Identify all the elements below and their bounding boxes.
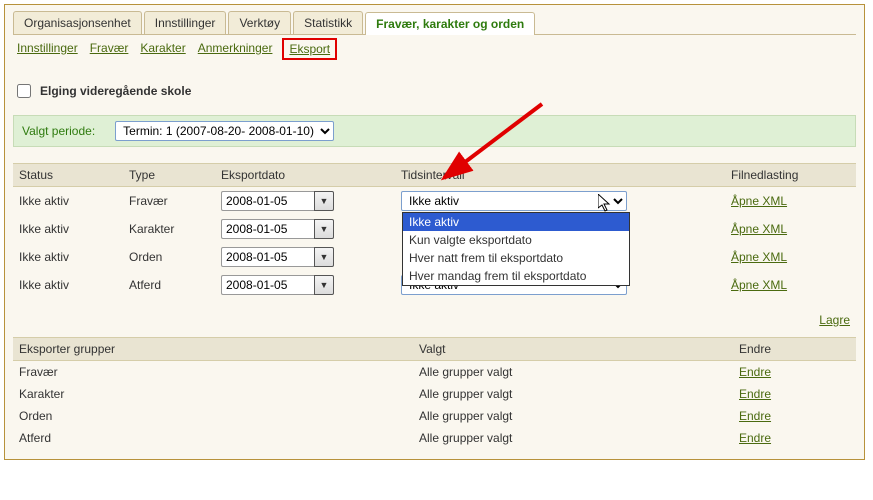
dropdown-option[interactable]: Hver natt frem til eksportdato — [403, 249, 629, 267]
top-tabs: Organisasjonsenhet Innstillinger Verktøy… — [13, 11, 856, 35]
export-date-input[interactable] — [221, 275, 314, 295]
open-xml-link[interactable]: Åpne XML — [731, 194, 787, 208]
groups-edit-link[interactable]: Endre — [739, 387, 771, 401]
dropdown-option[interactable]: Kun valgte eksportdato — [403, 231, 629, 249]
groups-header-export: Eksporter grupper — [13, 338, 413, 360]
tab-tools[interactable]: Verktøy — [228, 11, 291, 34]
grid-row: Ikke aktiv Fravær ▼ Ikke aktiv Åpne XML — [13, 187, 856, 215]
cell-status: Ikke aktiv — [13, 218, 123, 240]
date-picker-icon[interactable]: ▼ — [314, 219, 334, 239]
groups-row: Karakter Alle grupper valgt Endre — [13, 383, 856, 405]
cell-type: Karakter — [123, 218, 215, 240]
subnav-notes[interactable]: Anmerkninger — [198, 41, 273, 57]
save-link[interactable]: Lagre — [819, 313, 850, 327]
subnav-export[interactable]: Eksport — [289, 42, 330, 56]
open-xml-link[interactable]: Åpne XML — [731, 278, 787, 292]
groups-selected: Alle grupper valgt — [413, 383, 733, 405]
export-date-input[interactable] — [221, 191, 314, 211]
groups-header-selected: Valgt — [413, 338, 733, 360]
groups-selected: Alle grupper valgt — [413, 405, 733, 427]
groups-selected: Alle grupper valgt — [413, 427, 733, 449]
tab-settings[interactable]: Innstillinger — [144, 11, 227, 34]
groups-type: Karakter — [13, 383, 413, 405]
groups-row: Orden Alle grupper valgt Endre — [13, 405, 856, 427]
groups-edit-link[interactable]: Endre — [739, 409, 771, 423]
groups-edit-link[interactable]: Endre — [739, 365, 771, 379]
dropdown-option[interactable]: Ikke aktiv — [403, 213, 629, 231]
tab-absence[interactable]: Fravær, karakter og orden — [365, 12, 535, 35]
school-name: Elging videregående skole — [40, 84, 191, 98]
groups-row: Atferd Alle grupper valgt Endre — [13, 427, 856, 449]
export-date-input[interactable] — [221, 219, 314, 239]
open-xml-link[interactable]: Åpne XML — [731, 222, 787, 236]
header-download: Filnedlasting — [725, 164, 856, 186]
groups-type: Orden — [13, 405, 413, 427]
groups-type: Fravær — [13, 361, 413, 383]
date-picker-icon[interactable]: ▼ — [314, 275, 334, 295]
subnav-grade[interactable]: Karakter — [140, 41, 185, 57]
period-bar: Valgt periode: Termin: 1 (2007-08-20- 20… — [13, 115, 856, 147]
grid-header: Status Type Eksportdato Tidsintervall Fi… — [13, 163, 856, 187]
period-select[interactable]: Termin: 1 (2007-08-20- 2008-01-10) — [115, 121, 334, 141]
open-xml-link[interactable]: Åpne XML — [731, 250, 787, 264]
date-picker-icon[interactable]: ▼ — [314, 247, 334, 267]
groups-header-edit: Endre — [733, 338, 856, 360]
header-date: Eksportdato — [215, 164, 395, 186]
subnav-absence[interactable]: Fravær — [90, 41, 129, 57]
tab-org[interactable]: Organisasjonsenhet — [13, 11, 142, 34]
subnav: Innstillinger Fravær Karakter Anmerkning… — [13, 37, 856, 63]
cell-type: Atferd — [123, 274, 215, 296]
subnav-settings[interactable]: Innstillinger — [17, 41, 78, 57]
school-row: Elging videregående skole — [13, 81, 856, 101]
header-status: Status — [13, 164, 123, 186]
period-label: Valgt periode: — [22, 124, 95, 138]
dropdown-option[interactable]: Hver mandag frem til eksportdato — [403, 267, 629, 285]
cell-status: Ikke aktiv — [13, 274, 123, 296]
groups-header: Eksporter grupper Valgt Endre — [13, 337, 856, 361]
cell-type: Fravær — [123, 190, 215, 212]
cell-status: Ikke aktiv — [13, 246, 123, 268]
school-checkbox[interactable] — [17, 84, 31, 98]
date-picker-icon[interactable]: ▼ — [314, 191, 334, 211]
header-interval: Tidsintervall — [395, 164, 725, 186]
groups-selected: Alle grupper valgt — [413, 361, 733, 383]
cell-status: Ikke aktiv — [13, 190, 123, 212]
groups-type: Atferd — [13, 427, 413, 449]
export-date-input[interactable] — [221, 247, 314, 267]
header-type: Type — [123, 164, 215, 186]
groups-row: Fravær Alle grupper valgt Endre — [13, 361, 856, 383]
interval-dropdown[interactable]: Ikke aktiv Kun valgte eksportdato Hver n… — [402, 212, 630, 286]
subnav-export-highlight: Eksport — [282, 38, 337, 60]
groups-edit-link[interactable]: Endre — [739, 431, 771, 445]
tab-stats[interactable]: Statistikk — [293, 11, 363, 34]
interval-select[interactable]: Ikke aktiv — [401, 191, 627, 211]
cell-type: Orden — [123, 246, 215, 268]
